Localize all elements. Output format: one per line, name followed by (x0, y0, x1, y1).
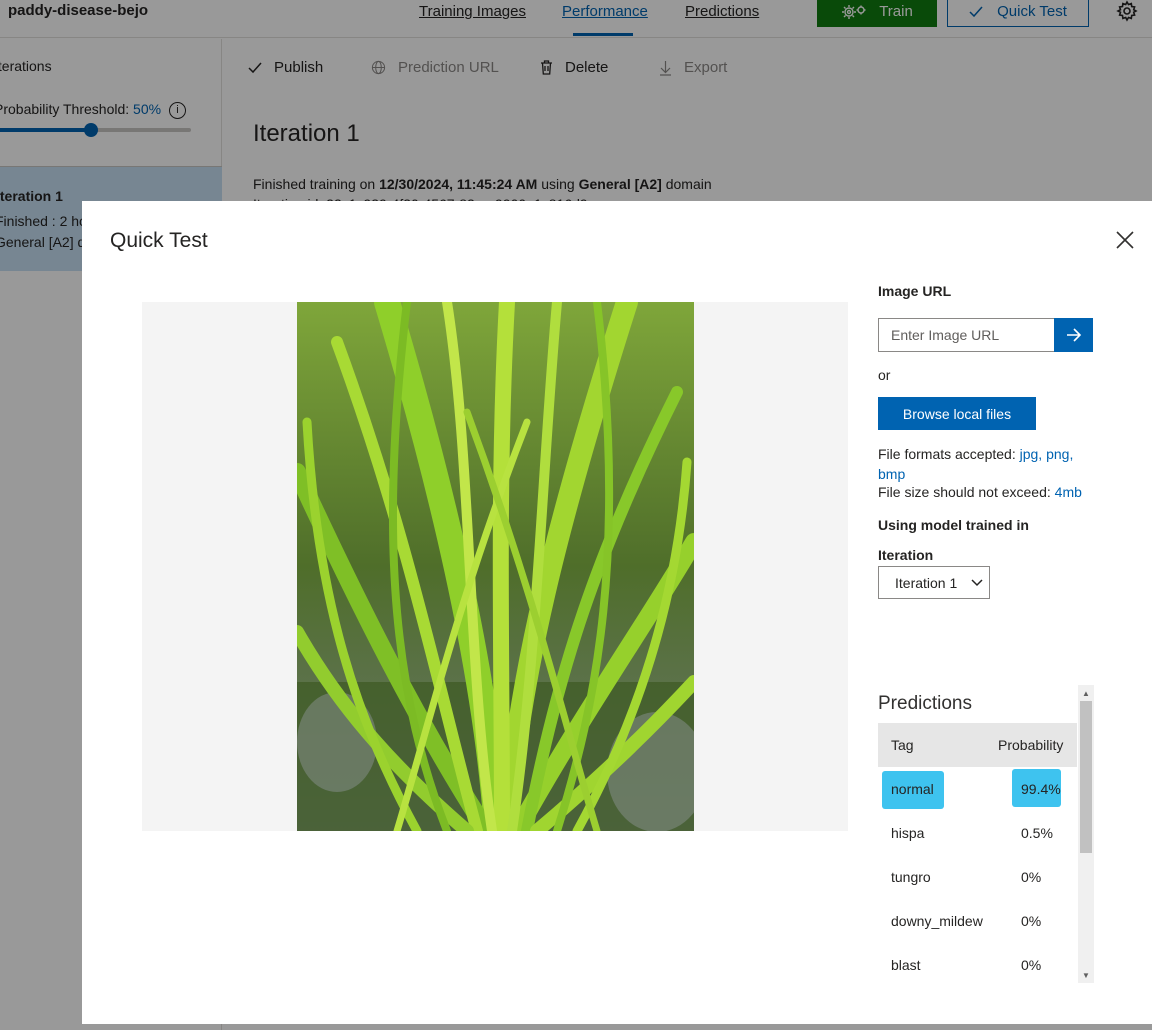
model-label: Using model trained in (878, 517, 1029, 533)
or-label: or (878, 367, 891, 383)
arrow-right-icon (1066, 328, 1081, 342)
probability-cell: 0% (1021, 957, 1042, 973)
quick-test-dialog: Quick Test Image URL Enter Image URL or … (82, 201, 1152, 1024)
table-row: normal 99.4% (878, 767, 1077, 811)
iteration-select[interactable]: Iteration 1 (878, 566, 990, 599)
scroll-down-arrow-icon[interactable]: ▼ (1078, 967, 1094, 983)
table-row: blast 0% (878, 943, 1077, 987)
image-url-label: Image URL (878, 283, 952, 299)
iteration-label: Iteration (878, 547, 934, 563)
table-header: Tag Probability (878, 723, 1077, 767)
file-formats-note: File formats accepted: jpg, png, bmp (878, 446, 1074, 482)
predictions-scrollbar[interactable]: ▲ ▼ (1078, 685, 1094, 983)
probability-cell: 0% (1021, 869, 1042, 885)
test-image (297, 302, 694, 831)
submit-url-button[interactable] (1054, 318, 1093, 352)
image-preview-area (142, 302, 848, 831)
file-size-note: File size should not exceed: 4mb (878, 484, 1082, 500)
scroll-up-arrow-icon[interactable]: ▲ (1078, 685, 1094, 701)
probability-column-header[interactable]: Probability (996, 737, 1077, 753)
table-row: hispa 0.5% (878, 811, 1077, 855)
image-url-input[interactable] (878, 318, 1055, 352)
tag-cell: tungro (891, 869, 931, 885)
dialog-title: Quick Test (110, 229, 208, 252)
tag-cell: blast (891, 957, 921, 973)
table-row: tungro 0% (878, 855, 1077, 899)
predictions-heading: Predictions (878, 693, 972, 714)
probability-cell: 99.4% (1021, 781, 1061, 797)
tag-column-header[interactable]: Tag (878, 737, 996, 753)
tag-cell: normal (891, 781, 934, 797)
rice-plant-photo (297, 302, 694, 831)
tag-cell: hispa (891, 825, 925, 841)
scrollbar-thumb[interactable] (1080, 701, 1092, 853)
chevron-down-icon (971, 578, 983, 586)
close-icon[interactable] (1113, 228, 1137, 252)
probability-cell: 0.5% (1021, 825, 1053, 841)
probability-cell: 0% (1021, 913, 1042, 929)
browse-local-files-button[interactable]: Browse local files (878, 397, 1036, 430)
table-row: downy_mildew 0% (878, 899, 1077, 943)
iteration-select-value: Iteration 1 (895, 574, 958, 591)
predictions-table: Tag Probability normal 99.4% hispa 0.5% … (878, 723, 1077, 987)
tag-cell: downy_mildew (891, 913, 983, 929)
